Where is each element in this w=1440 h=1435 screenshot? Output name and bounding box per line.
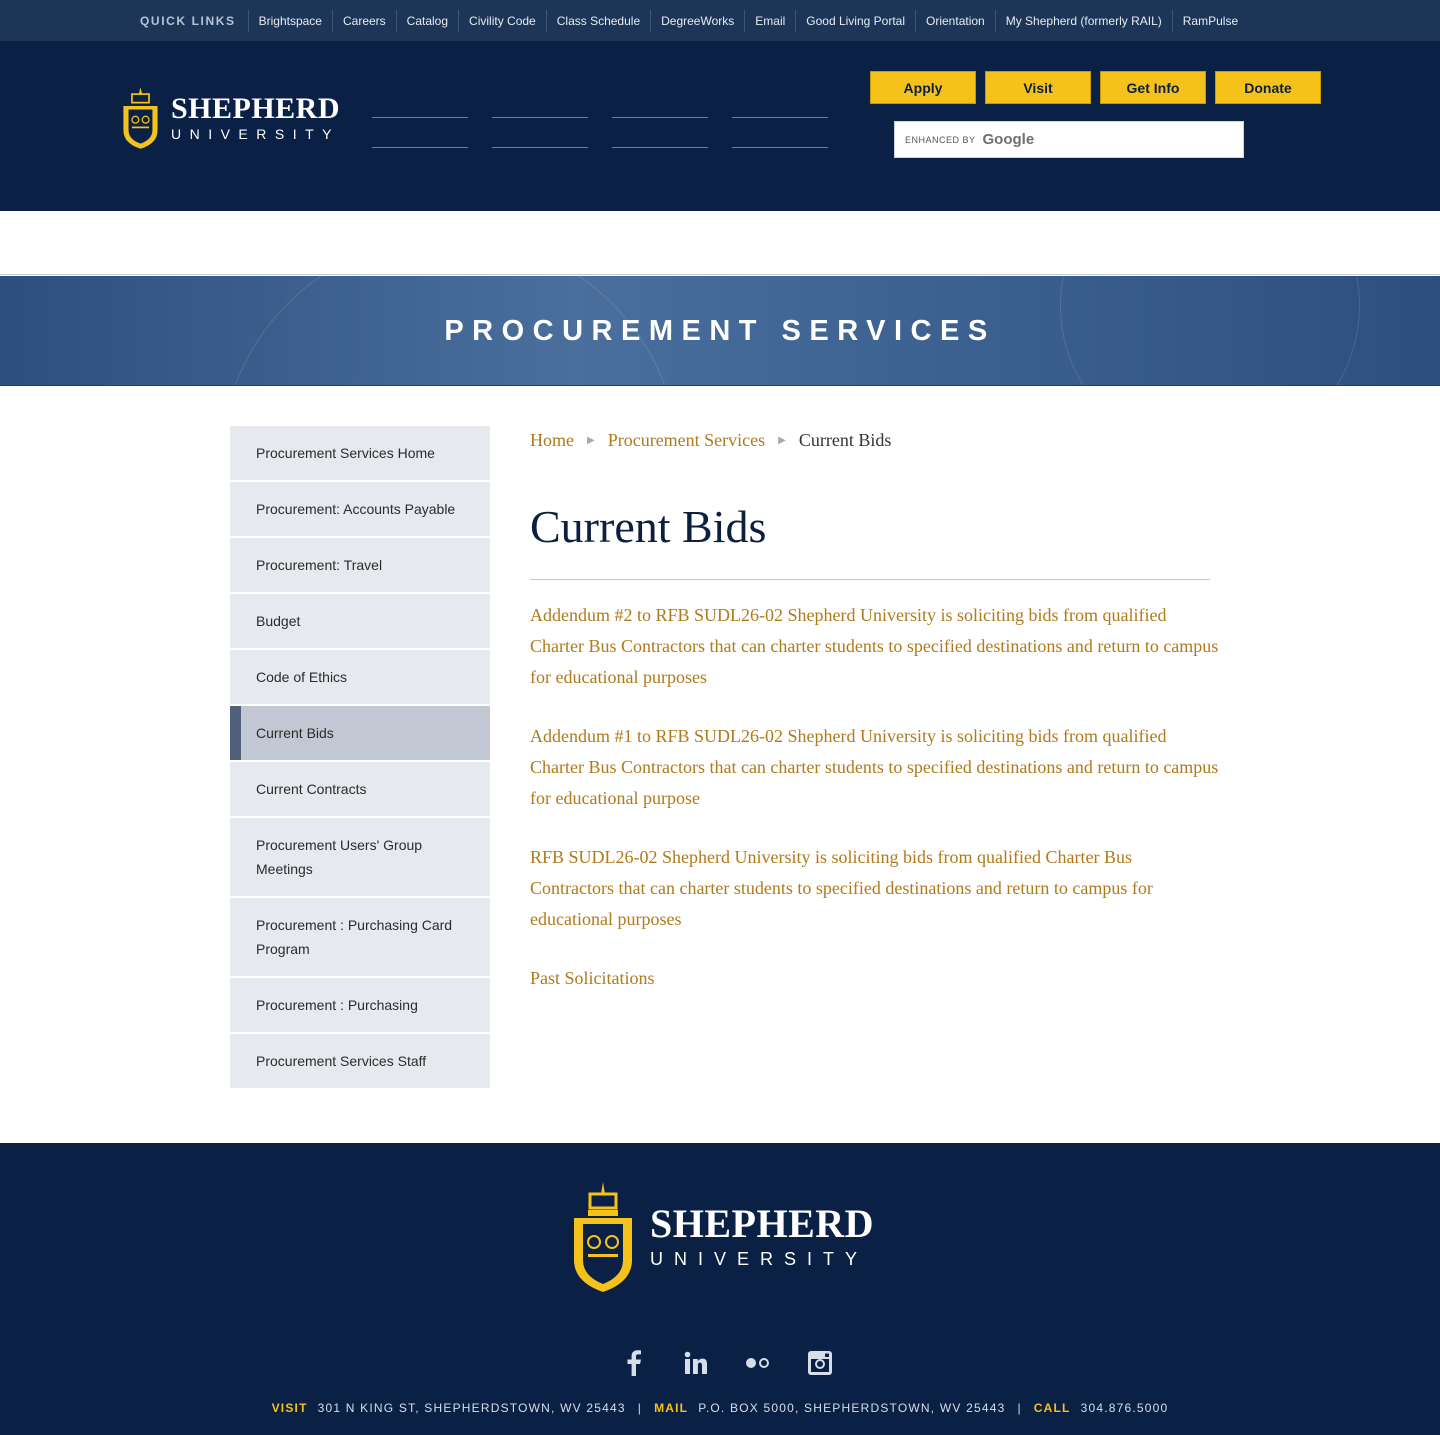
mail-address: P.O. BOX 5000, SHEPHERDSTOWN, WV 25443 [698, 1401, 1006, 1415]
sidebar-item-purchasing-card[interactable]: Procurement : Purchasing Card Program [230, 898, 490, 978]
facebook-icon[interactable] [620, 1349, 648, 1377]
social-links [620, 1349, 834, 1377]
hero-title: PROCUREMENT SERVICES [444, 315, 996, 347]
breadcrumb-home[interactable]: Home [530, 430, 574, 451]
breadcrumb-separator-icon: ▶ [778, 435, 786, 446]
sidebar-item-travel[interactable]: Procurement: Travel [230, 538, 490, 594]
breadcrumb-separator-icon: ▶ [587, 435, 595, 446]
sidebar-item-current-contracts[interactable]: Current Contracts [230, 762, 490, 818]
quick-link-class-schedule[interactable]: Class Schedule [545, 9, 650, 32]
sidebar-item-code-of-ethics[interactable]: Code of Ethics [230, 650, 490, 706]
quick-link-catalog[interactable]: Catalog [395, 9, 458, 32]
call-label: CALL [1033, 1401, 1071, 1415]
sidebar-item-current-bids[interactable]: Current Bids [230, 706, 490, 762]
crest-icon [123, 87, 158, 149]
breadcrumb: Home ▶ Procurement Services ▶ Current Bi… [530, 430, 891, 451]
search-box[interactable]: ENHANCED BY Google [894, 121, 1244, 158]
site-logo[interactable]: SHEPHERD UNIVERSITY [120, 79, 340, 157]
apply-button[interactable]: Apply [870, 71, 976, 104]
quick-link-orientation[interactable]: Orientation [915, 9, 995, 32]
visit-label: VISIT [271, 1401, 308, 1415]
sidebar-item-staff[interactable]: Procurement Services Staff [230, 1034, 490, 1090]
sidebar-item-users-group[interactable]: Procurement Users' Group Meetings [230, 818, 490, 898]
page-title: Current Bids [530, 501, 767, 552]
quick-link-degreeworks[interactable]: DegreeWorks [650, 9, 744, 32]
sidebar-item-purchasing[interactable]: Procurement : Purchasing [230, 978, 490, 1034]
brand-name: SHEPHERD [170, 92, 340, 125]
sidebar-item-procurement-home[interactable]: Procurement Services Home [230, 426, 490, 482]
breadcrumb-procurement[interactable]: Procurement Services [608, 430, 765, 451]
get-info-button[interactable]: Get Info [1100, 71, 1206, 104]
bid-link-addendum-1[interactable]: Addendum #1 to RFB SUDL26-02 Shepherd Un… [530, 726, 1218, 808]
visit-address: 301 N KING ST, SHEPHERDSTOWN, WV 25443 [317, 1401, 626, 1415]
bid-list: Addendum #2 to RFB SUDL26-02 Shepherd Un… [530, 600, 1220, 1022]
mail-label: MAIL [654, 1401, 689, 1415]
contact-line: VISIT 301 N KING ST, SHEPHERDSTOWN, WV 25… [271, 1401, 1169, 1415]
nav-placeholders [372, 117, 832, 151]
title-divider [530, 579, 1210, 580]
flickr-icon[interactable] [744, 1349, 772, 1377]
quick-link-civility-code[interactable]: Civility Code [458, 9, 546, 32]
quick-links-bar: QUICK LINKS Brightspace Careers Catalog … [0, 0, 1440, 41]
site-footer: SHEPHERD UNIVERSITY VISIT 301 N KING ST, … [0, 1143, 1440, 1435]
cta-buttons: Apply Visit Get Info Donate [870, 71, 1321, 104]
visit-button[interactable]: Visit [985, 71, 1091, 104]
linkedin-icon[interactable] [682, 1349, 710, 1377]
footer-brand-name: SHEPHERD [650, 1201, 875, 1246]
crest-icon [574, 1182, 632, 1292]
site-header: SHEPHERD UNIVERSITY Apply Visit Get Info… [0, 41, 1440, 211]
section-sidebar: Procurement Services Home Procurement: A… [230, 426, 490, 1090]
bid-link-addendum-2[interactable]: Addendum #2 to RFB SUDL26-02 Shepherd Un… [530, 605, 1218, 687]
phone-link[interactable]: 304.876.5000 [1081, 1401, 1169, 1415]
donate-button[interactable]: Donate [1215, 71, 1321, 104]
spacer-band [0, 211, 1440, 275]
quick-links-title: QUICK LINKS [140, 13, 236, 28]
brand-sub: UNIVERSITY [170, 126, 340, 142]
sidebar-item-budget[interactable]: Budget [230, 594, 490, 650]
bid-link-rfb[interactable]: RFB SUDL26-02 Shepherd University is sol… [530, 847, 1153, 929]
quick-link-rampulse[interactable]: RamPulse [1171, 9, 1248, 32]
footer-brand-sub: UNIVERSITY [650, 1249, 869, 1269]
quick-link-brightspace[interactable]: Brightspace [247, 9, 332, 32]
hero-banner: PROCUREMENT SERVICES [0, 276, 1440, 386]
quick-link-my-shepherd[interactable]: My Shepherd (formerly RAIL) [994, 9, 1172, 32]
quick-link-careers[interactable]: Careers [331, 9, 396, 32]
quick-link-email[interactable]: Email [744, 9, 795, 32]
quick-link-good-living-portal[interactable]: Good Living Portal [795, 9, 915, 32]
footer-logo[interactable]: SHEPHERD UNIVERSITY [570, 1179, 880, 1295]
sidebar-item-accounts-payable[interactable]: Procurement: Accounts Payable [230, 482, 490, 538]
instagram-icon[interactable] [806, 1349, 834, 1377]
past-solicitations-link[interactable]: Past Solicitations [530, 968, 655, 988]
breadcrumb-current: Current Bids [798, 430, 892, 450]
